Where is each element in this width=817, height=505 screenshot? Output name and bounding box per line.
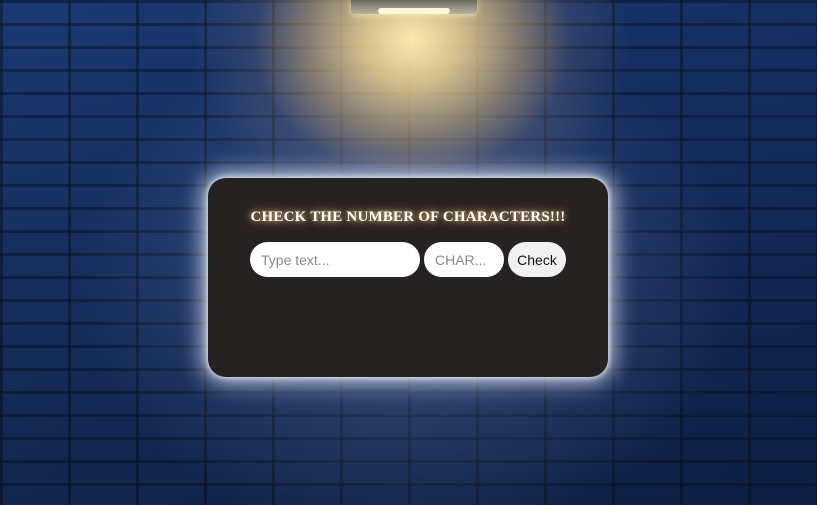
check-button[interactable]: Check (508, 242, 566, 277)
brick-wall-background: { "card": { "title": "CHECK THE NUMBER O… (0, 0, 817, 505)
lamp-light (378, 8, 450, 14)
char-count-input[interactable] (424, 242, 504, 277)
text-input[interactable] (250, 242, 420, 277)
card-title: CHECK THE NUMBER OF CHARACTERS!!! (250, 209, 566, 225)
character-counter-card: CHECK THE NUMBER OF CHARACTERS!!! Check (208, 178, 608, 377)
